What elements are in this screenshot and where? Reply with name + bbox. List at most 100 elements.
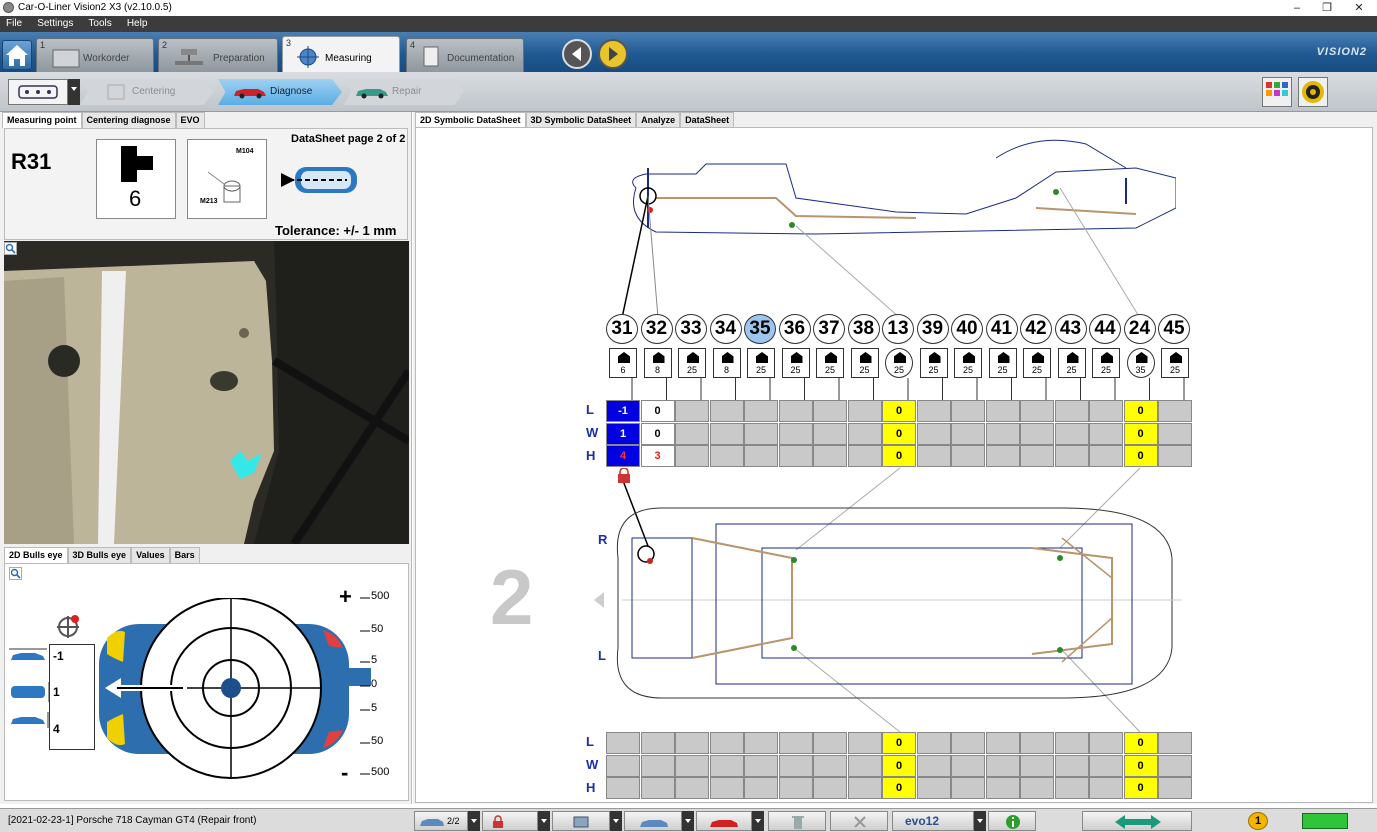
lock-dropdown[interactable]: [538, 811, 550, 831]
table-cell[interactable]: [640, 777, 675, 799]
table-cell[interactable]: 1: [606, 422, 640, 445]
table-cell[interactable]: [1020, 754, 1054, 777]
table-cell[interactable]: [709, 445, 744, 467]
tab-workorder[interactable]: 1 Workorder: [36, 38, 154, 72]
point-13[interactable]: 13: [882, 314, 914, 344]
table-cell[interactable]: 3: [640, 445, 675, 467]
table-cell[interactable]: [847, 422, 882, 445]
table-cell[interactable]: 4: [606, 445, 640, 467]
table-cell[interactable]: 0: [882, 445, 916, 467]
table-cell[interactable]: [1158, 777, 1192, 799]
table-cell[interactable]: [709, 422, 744, 445]
fixture-dropdown[interactable]: [68, 79, 80, 105]
table-cell[interactable]: [951, 422, 985, 445]
zoom-bulls-button[interactable]: [9, 567, 22, 580]
table-cell[interactable]: [951, 732, 985, 754]
table-cell[interactable]: [1158, 400, 1192, 422]
table-cell[interactable]: 0: [1123, 732, 1158, 754]
damaged-car-button[interactable]: [696, 811, 752, 831]
table-cell[interactable]: [1020, 422, 1054, 445]
point-44[interactable]: 44: [1089, 314, 1121, 344]
table-cell[interactable]: [1020, 732, 1054, 754]
table-cell[interactable]: 0: [1123, 754, 1158, 777]
tab-measuring-point[interactable]: Measuring point: [2, 112, 82, 128]
tab-measuring[interactable]: 3 Measuring: [282, 36, 400, 72]
table-cell[interactable]: 0: [1123, 445, 1158, 467]
close-button[interactable]: ✕: [1344, 0, 1374, 16]
tools-button[interactable]: [830, 811, 888, 831]
table-cell[interactable]: [1089, 422, 1123, 445]
point-33[interactable]: 33: [675, 314, 707, 344]
reference-car-button[interactable]: [624, 811, 682, 831]
table-cell[interactable]: [1020, 445, 1054, 467]
back-button[interactable]: [562, 39, 592, 69]
lock-button[interactable]: [482, 811, 538, 831]
table-cell[interactable]: 0: [882, 777, 916, 799]
evo-button[interactable]: evo12: [892, 811, 974, 831]
zoom-in-plus[interactable]: +: [339, 584, 352, 610]
fixture-button[interactable]: [552, 811, 610, 831]
table-cell[interactable]: [847, 732, 882, 754]
table-cell[interactable]: [916, 754, 951, 777]
table-cell[interactable]: [847, 777, 882, 799]
point-42[interactable]: 42: [1020, 314, 1052, 344]
table-cell[interactable]: [778, 422, 813, 445]
tab-2d-symbolic[interactable]: 2D Symbolic DataSheet: [415, 112, 526, 128]
table-cell[interactable]: [709, 732, 744, 754]
table-cell[interactable]: [916, 445, 951, 467]
table-cell[interactable]: [709, 400, 744, 422]
target-button[interactable]: [1298, 77, 1328, 107]
table-cell[interactable]: 0: [640, 422, 675, 445]
car-page-dropdown[interactable]: [468, 811, 480, 831]
table-cell[interactable]: [744, 754, 778, 777]
tab-centering-diagnose[interactable]: Centering diagnose: [81, 112, 176, 128]
table-cell[interactable]: [916, 422, 951, 445]
restore-button[interactable]: ❐: [1312, 0, 1342, 16]
table-cell[interactable]: [640, 732, 675, 754]
table-cell[interactable]: [916, 732, 951, 754]
tab-2d-bulls-eye[interactable]: 2D Bulls eye: [4, 547, 68, 563]
table-cell[interactable]: [675, 732, 709, 754]
table-cell[interactable]: [1054, 422, 1089, 445]
table-cell[interactable]: [778, 754, 813, 777]
table-cell[interactable]: 0: [882, 422, 916, 445]
table-cell[interactable]: [1158, 445, 1192, 467]
step-diagnose[interactable]: Diagnose: [218, 79, 342, 105]
lock-icon[interactable]: [616, 468, 632, 484]
table-cell[interactable]: [985, 445, 1020, 467]
table-cell[interactable]: 0: [882, 400, 916, 422]
table-cell[interactable]: [847, 445, 882, 467]
notification-badge[interactable]: 1: [1248, 812, 1268, 830]
delete-button[interactable]: [768, 811, 826, 831]
table-cell[interactable]: [1089, 754, 1123, 777]
table-cell[interactable]: [813, 422, 847, 445]
table-cell[interactable]: [951, 445, 985, 467]
tab-3d-symbolic[interactable]: 3D Symbolic DataSheet: [525, 112, 637, 128]
table-cell[interactable]: [1054, 754, 1089, 777]
menu-help[interactable]: Help: [121, 16, 154, 29]
fixture-dropdown-small[interactable]: [610, 811, 622, 831]
table-cell[interactable]: [951, 400, 985, 422]
table-cell[interactable]: 0: [882, 754, 916, 777]
point-36[interactable]: 36: [778, 314, 811, 344]
point-32[interactable]: 32: [640, 314, 673, 344]
table-cell[interactable]: [1020, 777, 1054, 799]
table-cell[interactable]: [916, 400, 951, 422]
table-cell[interactable]: [778, 445, 813, 467]
tab-preparation[interactable]: 2 Preparation: [158, 38, 278, 72]
point-40[interactable]: 40: [951, 314, 983, 344]
menu-settings[interactable]: Settings: [31, 16, 79, 29]
table-cell[interactable]: 0: [640, 400, 675, 422]
point-37[interactable]: 37: [813, 314, 845, 344]
table-cell[interactable]: [1089, 777, 1123, 799]
table-cell[interactable]: [985, 400, 1020, 422]
point-35[interactable]: 35: [744, 314, 776, 344]
table-cell[interactable]: [1158, 422, 1192, 445]
table-cell[interactable]: [744, 400, 778, 422]
table-cell[interactable]: [1020, 400, 1054, 422]
table-cell[interactable]: [985, 732, 1020, 754]
table-cell[interactable]: [985, 754, 1020, 777]
table-cell[interactable]: [606, 732, 640, 754]
point-31[interactable]: 31: [606, 314, 638, 344]
table-cell[interactable]: [778, 732, 813, 754]
